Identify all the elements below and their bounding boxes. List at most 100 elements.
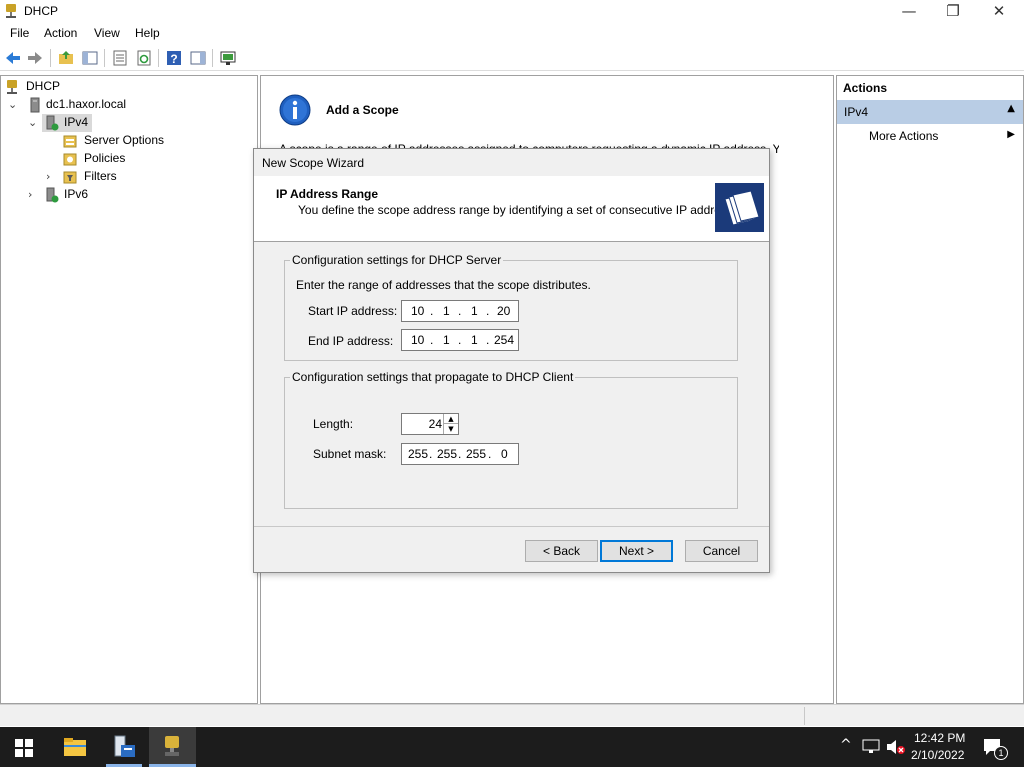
ip-octet[interactable]: 20 (497, 304, 510, 318)
wizard-title: New Scope Wizard (262, 156, 365, 170)
toolbar-separator (50, 49, 51, 67)
ip-dot: . (458, 304, 462, 318)
menu-action[interactable]: Action (44, 26, 77, 40)
ip-octet[interactable]: 10 (411, 304, 424, 318)
notification-count-badge: 1 (994, 746, 1008, 760)
cancel-button[interactable]: Cancel (685, 540, 758, 562)
filters-icon (63, 171, 77, 184)
up-folder-icon[interactable] (57, 49, 75, 67)
volume-muted-icon[interactable] (886, 739, 906, 755)
minimize-button[interactable]: — (886, 0, 932, 22)
windows-start-icon[interactable] (15, 739, 33, 757)
end-ip-input[interactable]: 10 . 1 . 1 . 254 (401, 329, 519, 351)
collapse-triangle-icon[interactable]: ▲ (1007, 103, 1015, 114)
menu-help[interactable]: Help (135, 26, 160, 40)
ip-octet[interactable]: 255 (466, 447, 486, 461)
wizard-page-title: IP Address Range (276, 187, 379, 201)
ipv4-server-icon (46, 115, 59, 131)
taskbar: ^ 12:42 PM 2/10/2022 1 (0, 727, 1024, 767)
ip-octet[interactable]: 1 (471, 304, 478, 318)
server-options-icon (63, 135, 77, 148)
ip-dot: . (429, 447, 433, 461)
tree-item-filters[interactable]: › Filters (4, 168, 254, 186)
restore-button[interactable]: ❐ (930, 0, 976, 22)
next-button[interactable]: Next > (600, 540, 673, 562)
tree-label: Server Options (84, 133, 165, 147)
ip-octet[interactable]: 0 (501, 447, 508, 461)
policies-icon (63, 153, 77, 166)
add-scope-heading: Add a Scope (326, 103, 399, 117)
dhcp-taskbar-button[interactable] (149, 727, 196, 767)
chevron-down-icon[interactable]: ⌄ (28, 116, 37, 129)
actions-section-label: IPv4 (844, 105, 869, 119)
tree-item-server[interactable]: ⌄ dc1.haxor.local (4, 96, 254, 114)
tree-item-ipv4[interactable]: ⌄ IPv4 (4, 114, 254, 132)
tree-label: DHCP (26, 79, 61, 93)
clock-date[interactable]: 2/10/2022 (911, 748, 964, 762)
toolbar-separator (212, 49, 213, 67)
back-arrow-icon[interactable] (4, 49, 22, 67)
actions-header: Actions (843, 81, 888, 95)
window-title: DHCP (24, 4, 59, 18)
ip-octet[interactable]: 1 (443, 304, 450, 318)
length-value[interactable]: 24 (429, 417, 442, 431)
refresh-icon[interactable] (135, 49, 153, 67)
button-divider (254, 526, 769, 527)
tree-item-server-options[interactable]: Server Options (4, 132, 254, 150)
back-button[interactable]: < Back (525, 540, 598, 562)
group-legend: Configuration settings that propagate to… (290, 370, 576, 384)
spin-down-icon[interactable]: ▼ (443, 424, 458, 434)
start-ip-label: Start IP address: (308, 304, 398, 318)
length-label: Length: (313, 417, 354, 431)
forward-arrow-icon[interactable] (26, 49, 44, 67)
tree-item-dhcp[interactable]: DHCP (4, 78, 254, 96)
new-scope-wizard-dialog: New Scope Wizard IP Address Range You de… (253, 148, 770, 573)
dhcp-client-settings-group: Configuration settings that propagate to… (284, 370, 738, 509)
show-action-pane-icon[interactable] (189, 49, 207, 67)
file-explorer-icon[interactable] (63, 737, 87, 757)
chevron-right-icon[interactable]: › (28, 188, 32, 201)
menu-file[interactable]: File (10, 26, 29, 40)
server-manager-icon[interactable] (111, 735, 137, 759)
ip-dot: . (488, 447, 492, 461)
ip-octet[interactable]: 255 (408, 447, 428, 461)
more-actions-item[interactable]: More Actions ▶ (837, 126, 1023, 146)
tree-item-ipv6[interactable]: › IPv6 (4, 186, 254, 204)
info-icon (279, 94, 311, 126)
properties-icon[interactable] (111, 49, 129, 67)
ip-octet[interactable]: 10 (411, 333, 424, 347)
chevron-right-icon[interactable]: › (46, 170, 50, 183)
more-actions-label: More Actions (869, 129, 939, 143)
help-icon[interactable]: ? (165, 49, 183, 67)
chevron-up-icon[interactable]: ^ (840, 737, 852, 753)
console-tree: DHCP ⌄ dc1.haxor.local ⌄ IPv4 Server Opt… (0, 75, 258, 704)
show-hide-tree-icon[interactable] (81, 49, 99, 67)
dhcp-app-icon (6, 4, 16, 18)
network-icon[interactable] (862, 739, 880, 755)
ip-octet[interactable]: 1 (471, 333, 478, 347)
menu-view[interactable]: View (94, 26, 120, 40)
tree-label: Policies (84, 151, 126, 165)
ip-octet[interactable]: 255 (437, 447, 457, 461)
actions-pane: Actions IPv4 ▲ More Actions ▶ (836, 75, 1024, 704)
wizard-header: IP Address Range You define the scope ad… (254, 176, 769, 242)
menu-bar: File Action View Help (0, 24, 1024, 44)
close-button[interactable]: ✕ (976, 0, 1022, 22)
subnet-mask-input[interactable]: 255 . 255 . 255 . 0 (401, 443, 519, 465)
wizard-folders-icon (715, 183, 764, 232)
ip-octet[interactable]: 254 (494, 333, 514, 347)
spin-up-icon[interactable]: ▲ (443, 414, 458, 424)
length-stepper[interactable]: 24 ▲ ▼ (401, 413, 459, 435)
tree-label: Filters (84, 169, 117, 183)
display-statistics-icon[interactable] (219, 49, 237, 67)
ip-octet[interactable]: 1 (443, 333, 450, 347)
ip-dot: . (458, 333, 462, 347)
clock-time[interactable]: 12:42 PM (914, 731, 965, 745)
start-ip-input[interactable]: 10 . 1 . 1 . 20 (401, 300, 519, 322)
end-ip-label: End IP address: (308, 334, 394, 348)
server-icon (30, 97, 40, 113)
chevron-down-icon[interactable]: ⌄ (8, 98, 17, 111)
tree-item-policies[interactable]: Policies (4, 150, 254, 168)
actions-section-ipv4[interactable]: IPv4 ▲ (837, 100, 1023, 124)
toolbar-separator (158, 49, 159, 67)
